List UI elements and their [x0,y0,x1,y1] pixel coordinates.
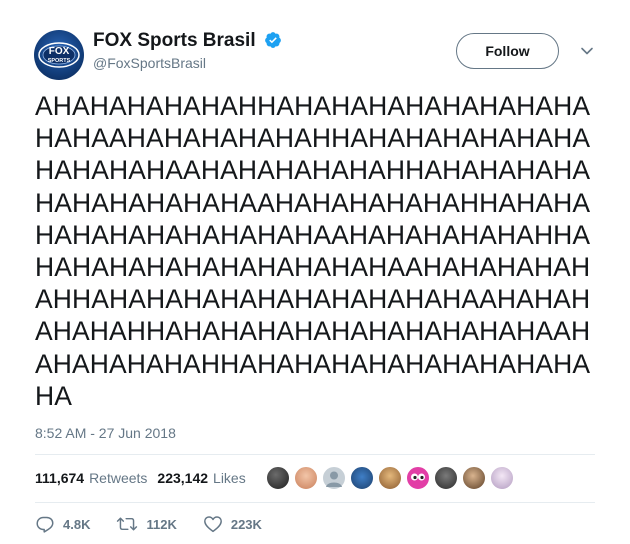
fox-sports-logo: FOX SPORTS [38,42,80,68]
eyes-icon [411,473,425,481]
tweet-text-line: AHAHAHAHAHAHHAHAHAHAHAHAHAHAHA [35,91,591,121]
liker-avatar[interactable] [434,466,458,490]
liker-avatar[interactable] [294,466,318,490]
like-count: 223K [230,516,262,532]
tweet-card: FOX SPORTS FOX Sports Brasil @FoxSportsB… [0,0,630,544]
like-button[interactable]: 223K [203,515,262,533]
engagement-stats: 111,674 Retweets 223,142 Likes [35,466,256,490]
verified-badge-icon [265,32,281,48]
retweet-button[interactable]: 112K [116,515,177,533]
liker-avatar[interactable] [322,466,346,490]
tweet-text-line: HAHAHAHAHAHAAHAHAHAHAHAHHAHAHA [35,187,591,218]
chevron-down-icon[interactable] [578,42,596,60]
reply-icon [36,516,54,533]
liker-avatar[interactable] [462,466,486,490]
display-name[interactable]: FOX Sports Brasil [93,30,256,52]
liker-avatar[interactable] [350,466,374,490]
liker-avatar[interactable] [490,466,514,490]
tweet-text-line: AHAHAHHAHAHAHAHAHAHAHAHAHAHAAH [35,316,591,347]
author-info: FOX Sports Brasil @FoxSportsBrasil [93,30,282,71]
divider [35,502,595,503]
retweets-label[interactable]: Retweets [89,470,147,486]
tweet-text-line: HAHAHAHAHAHAHAHAAHAHAHAHAHAHHA [35,219,591,250]
default-profile-icon [326,471,342,487]
tweet-text-line: HAHAAHAHAHAHAHAHHAHAHAHAHAHAHA [35,123,591,154]
tweet-text: AHAHAHAHAHAHHAHAHAHAHAHAHAHAHA HAHAAHAHA… [35,90,615,412]
liker-avatar[interactable] [406,466,430,490]
divider [35,454,595,455]
heart-icon [203,516,222,533]
svg-text:FOX: FOX [49,46,70,57]
liker-avatar[interactable] [266,466,290,490]
liker-avatar[interactable] [378,466,402,490]
tweet-text-line: AHAHAHAHAHHAHAHAHAHAHAHAHAHAHA [35,348,591,379]
reply-button[interactable]: 4.8K [35,515,90,533]
tweet-text-line: AHHAHAHAHAHAHAHAHAHAHAHAAHAHAH [35,284,591,315]
avatar[interactable]: FOX SPORTS [34,30,84,80]
tweet-text-line: HAHAHAHAHAHAHAHAHAHAAHAHAHAHAH [35,252,591,283]
tweet-actions: 4.8K 112K 223K [35,514,288,534]
likes-count[interactable]: 223,142 [157,470,208,486]
retweet-icon [117,517,138,531]
likes-label[interactable]: Likes [213,470,246,486]
handle[interactable]: @FoxSportsBrasil [93,55,282,71]
retweet-count: 112K [146,516,177,532]
retweets-count[interactable]: 111,674 [35,470,84,486]
tweet-text-line: HAHAHAHAAHAHAHAHAHAHHAHAHAHAHA [35,155,591,186]
tweet-text-line: HA [35,380,73,411]
follow-button[interactable]: Follow [456,33,559,69]
liker-avatars [266,466,518,490]
timestamp[interactable]: 8:52 AM - 27 Jun 2018 [35,425,176,441]
reply-count: 4.8K [63,516,91,532]
svg-text:SPORTS: SPORTS [48,58,71,64]
